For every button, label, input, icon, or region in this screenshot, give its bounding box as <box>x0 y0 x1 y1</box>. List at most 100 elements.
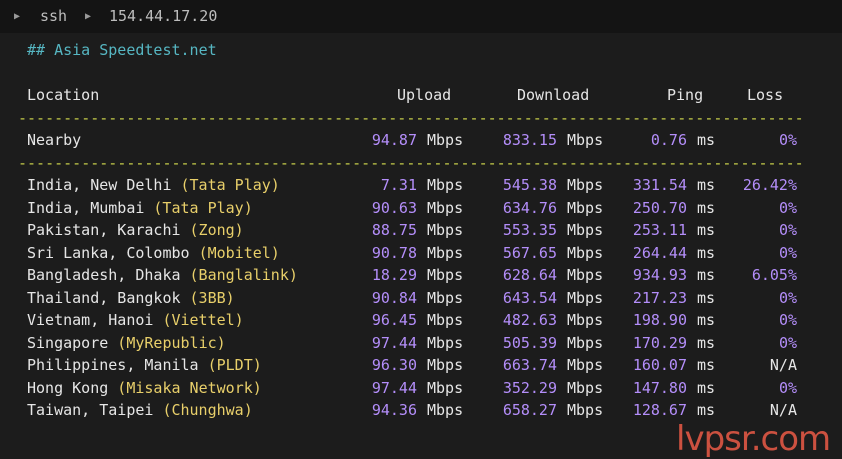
table-row: India, New Delhi (Tata Play) 7.31 Mbps 545.3… <box>0 174 842 196</box>
row-upload: 96.30 <box>371 356 417 374</box>
row-ping-unit: ms <box>697 311 716 329</box>
row-download-unit: Mbps <box>567 176 604 194</box>
nearby-location: Nearby <box>27 131 82 149</box>
row-upload-unit: Mbps <box>427 288 464 307</box>
row-download-unit: Mbps <box>567 221 604 239</box>
row-download: 658.27 <box>502 401 557 419</box>
row-ping: 331.54 <box>632 176 687 194</box>
triangle-right-icon: ▶ <box>85 11 92 22</box>
row-download: 505.39 <box>502 333 557 352</box>
row-upload: 90.78 <box>371 243 417 262</box>
row-loss: 0% <box>778 288 797 307</box>
row-ping-unit: ms <box>697 333 716 352</box>
row-loss: 0% <box>778 221 797 239</box>
row-download-unit: Mbps <box>567 243 604 262</box>
terminal-output[interactable]: ## Asia Speedtest.net Location Upload Do… <box>0 33 842 459</box>
row-upload: 88.75 <box>371 221 417 239</box>
row-isp: (3BB) <box>189 288 235 307</box>
tab-host[interactable]: 154.44.17.20 <box>109 0 217 33</box>
tab-ssh[interactable]: ssh <box>40 0 67 33</box>
nearby-upload: 94.87 <box>371 131 417 149</box>
nearby-loss: 0% <box>778 131 797 149</box>
nearby-row: Nearby 94.87 Mbps 833.15 Mbps 0.76 ms 0% <box>0 129 842 151</box>
row-isp: (MyRepublic) <box>117 333 226 352</box>
row-upload-unit: Mbps <box>427 176 464 194</box>
row-ping: 934.93 <box>632 266 687 284</box>
row-loss: 0% <box>778 243 797 262</box>
row-ping: 160.07 <box>632 356 687 374</box>
row-ping: 170.29 <box>632 333 687 352</box>
header-download: Download <box>517 86 590 104</box>
separator-line: ----------------------------------------… <box>18 109 806 127</box>
row-download-unit: Mbps <box>567 333 604 352</box>
row-download: 628.64 <box>502 266 557 284</box>
row-location: Taiwan, Taipei <box>27 401 154 419</box>
row-ping-unit: ms <box>697 378 716 397</box>
row-isp: (Misaka Network) <box>117 378 262 397</box>
row-isp: (Chunghwa) <box>162 401 253 419</box>
row-isp: (Viettel) <box>162 311 244 329</box>
row-upload-unit: Mbps <box>427 311 464 329</box>
nearby-download-unit: Mbps <box>567 131 604 149</box>
section-heading: ## Asia Speedtest.net <box>27 41 217 59</box>
row-upload-unit: Mbps <box>427 356 464 374</box>
table-row: Pakistan, Karachi (Zong) 88.75 Mbps 553.35 Mb… <box>0 219 842 241</box>
table-header: Location Upload Download Ping Loss <box>0 84 842 106</box>
row-upload-unit: Mbps <box>427 401 464 419</box>
row-upload-unit: Mbps <box>427 198 464 217</box>
nearby-ping-unit: ms <box>697 131 716 149</box>
row-loss: 0% <box>778 198 797 217</box>
row-download-unit: Mbps <box>567 401 604 419</box>
row-location: Thailand, Bangkok <box>27 288 181 307</box>
row-location: Vietnam, Hanoi <box>27 311 154 329</box>
table-row: Singapore (MyRepublic) 97.44 Mbps 505.39 Mbps… <box>0 332 842 354</box>
nearby-upload-unit: Mbps <box>427 131 464 149</box>
row-ping: 147.80 <box>632 378 687 397</box>
table-row: India, Mumbai (Tata Play) 90.63 Mbps 634.76 M… <box>0 197 842 219</box>
row-ping-unit: ms <box>697 266 716 284</box>
table-row: Philippines, Manila (PLDT) 96.30 Mbps 663.74… <box>0 354 842 376</box>
row-ping-unit: ms <box>697 198 716 217</box>
row-upload: 90.63 <box>371 198 417 217</box>
table-row: Hong Kong (Misaka Network) 97.44 Mbps 352.29… <box>0 377 842 399</box>
row-location: Hong Kong <box>27 378 109 397</box>
row-download-unit: Mbps <box>567 378 604 397</box>
row-loss: 0% <box>778 378 797 397</box>
row-ping: 198.90 <box>632 311 687 329</box>
row-download-unit: Mbps <box>567 311 604 329</box>
row-location: Philippines, Manila <box>27 356 199 374</box>
row-isp: (Mobitel) <box>198 243 280 262</box>
table-row: Taiwan, Taipei (Chunghwa) 94.36 Mbps 658.27 M… <box>0 399 842 421</box>
header-upload: Upload <box>397 86 452 104</box>
row-download: 567.65 <box>502 243 557 262</box>
row-ping: 264.44 <box>632 243 687 262</box>
row-ping: 128.67 <box>632 401 687 419</box>
triangle-right-icon: ▶ <box>14 11 21 22</box>
row-location: Bangladesh, Dhaka <box>27 266 181 284</box>
row-download-unit: Mbps <box>567 198 604 217</box>
row-upload: 7.31 <box>380 176 417 194</box>
row-download-unit: Mbps <box>567 356 604 374</box>
row-isp: (Tata Play) <box>153 198 253 217</box>
row-ping-unit: ms <box>697 401 716 419</box>
row-ping: 253.11 <box>632 221 687 239</box>
row-loss: 0% <box>778 333 797 352</box>
row-loss: 0% <box>778 311 797 329</box>
row-ping: 217.23 <box>632 288 687 307</box>
row-loss: N/A <box>769 401 797 419</box>
row-download: 482.63 <box>502 311 557 329</box>
row-download: 352.29 <box>502 378 557 397</box>
watermark-logo: lvpsr.com <box>676 419 831 459</box>
row-upload-unit: Mbps <box>427 266 464 284</box>
row-ping-unit: ms <box>697 176 716 194</box>
row-loss: 26.42% <box>742 176 797 194</box>
row-ping-unit: ms <box>697 288 716 307</box>
row-download: 545.38 <box>502 176 557 194</box>
row-upload-unit: Mbps <box>427 221 464 239</box>
row-upload: 94.36 <box>371 401 417 419</box>
row-download: 634.76 <box>502 198 557 217</box>
header-loss: Loss <box>747 86 784 104</box>
row-upload: 18.29 <box>371 266 417 284</box>
row-ping-unit: ms <box>697 221 716 239</box>
row-location: India, New Delhi <box>27 176 172 194</box>
